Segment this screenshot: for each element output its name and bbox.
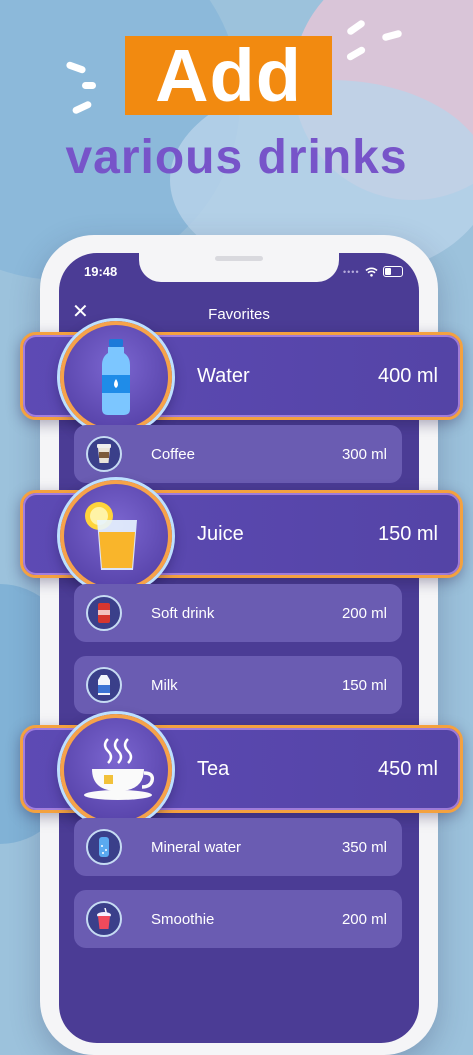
drink-name: Tea: [197, 757, 230, 780]
drink-amount: 150 ml: [341, 676, 387, 694]
water-bottle-icon: [60, 321, 172, 433]
battery-icon: [382, 266, 403, 277]
phone-notch: [139, 250, 339, 282]
drink-name: Water: [197, 364, 250, 387]
juice-glass-icon: [60, 480, 172, 592]
signal-icon: ••••: [343, 266, 360, 277]
drink-amount: 150 ml: [377, 522, 438, 545]
list-item-mineral-water[interactable]: Mineral water 350 ml: [74, 818, 402, 876]
tea-cup-icon: [60, 714, 172, 826]
drink-amount: 350 ml: [341, 838, 387, 856]
coffee-cup-icon: [86, 436, 122, 472]
status-icons: ••••: [343, 266, 403, 277]
wifi-icon: [365, 267, 378, 277]
drink-amount: 400 ml: [377, 364, 438, 387]
drink-name: Mineral water: [151, 838, 242, 856]
phone-speaker: [215, 256, 263, 261]
milk-carton-icon: [86, 667, 122, 703]
drink-name: Soft drink: [151, 604, 215, 622]
drink-name: Juice: [197, 522, 244, 545]
status-time: 19:48: [84, 264, 118, 279]
headline-subtitle: various drinks: [65, 131, 408, 184]
list-item-smoothie[interactable]: Smoothie 200 ml: [74, 890, 402, 948]
list-item-soft-drink[interactable]: Soft drink 200 ml: [74, 584, 402, 642]
soda-can-icon: [86, 595, 122, 631]
sparkle-icon: [82, 82, 96, 89]
smoothie-icon: [86, 901, 122, 937]
headline-badge: Add: [125, 36, 332, 115]
list-item-milk[interactable]: Milk 150 ml: [74, 656, 402, 714]
drink-amount: 450 ml: [377, 757, 438, 780]
drink-amount: 300 ml: [341, 445, 387, 463]
drink-name: Coffee: [151, 445, 195, 463]
drink-amount: 200 ml: [341, 910, 387, 928]
headline-title: Add: [155, 33, 302, 117]
drink-name: Milk: [151, 676, 178, 694]
drink-name: Smoothie: [151, 910, 215, 928]
drink-amount: 200 ml: [341, 604, 387, 622]
mineral-water-icon: [86, 829, 122, 865]
list-item-coffee[interactable]: Coffee 300 ml: [74, 425, 402, 483]
